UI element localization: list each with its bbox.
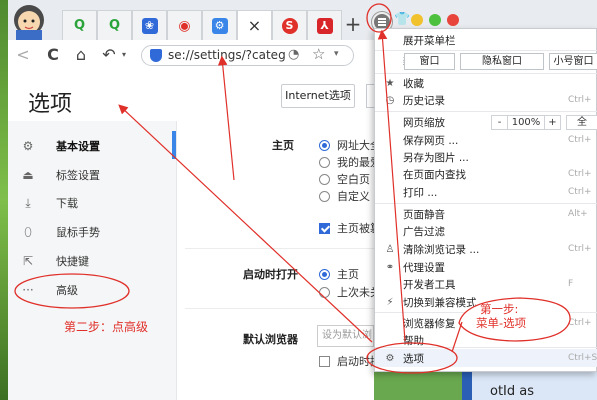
arrow-to-menu <box>377 29 406 342</box>
step2-annotation: 第二步：点高级 <box>64 320 149 334</box>
highlight-circle-menu <box>366 3 392 33</box>
arrow-to-url <box>217 55 235 181</box>
highlight-circle-advanced <box>14 273 130 309</box>
annotation-overlay <box>14 3 571 374</box>
highlight-circle-options <box>366 342 458 374</box>
arrow-to-title <box>118 104 373 343</box>
step1-annotation-line2: 菜单-选项 <box>476 316 527 330</box>
